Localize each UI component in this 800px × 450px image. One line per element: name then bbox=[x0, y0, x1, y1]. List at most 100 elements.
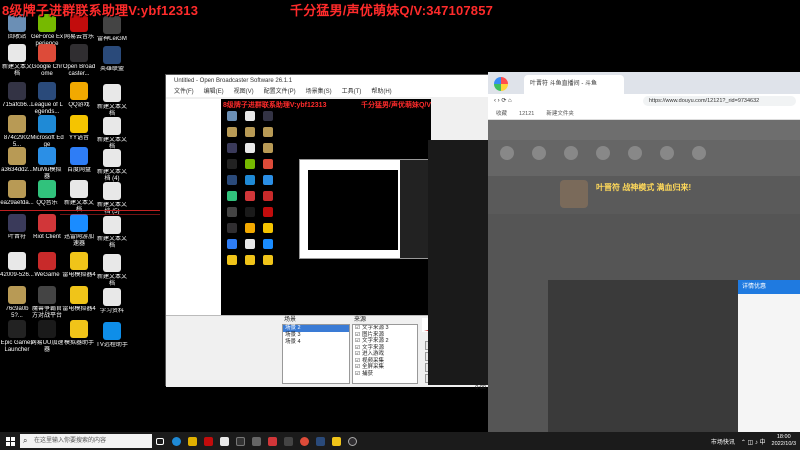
category-icon[interactable] bbox=[500, 146, 514, 160]
obs-menu-item[interactable]: 文件(F) bbox=[174, 87, 194, 97]
desktop-icon[interactable]: 百度网盘 bbox=[62, 147, 96, 174]
obs-menu-item[interactable]: 视图(V) bbox=[234, 87, 254, 97]
scene-item[interactable]: 场景 3 bbox=[283, 332, 349, 339]
desktop-icon[interactable]: ea29aefda... bbox=[0, 180, 34, 207]
obs-menu-item[interactable]: 场景集(S) bbox=[306, 87, 332, 97]
desktop-icon[interactable]: 网易UU加速器 bbox=[30, 320, 64, 354]
taskbar-obs-icon[interactable] bbox=[344, 432, 360, 450]
desktop-icon[interactable]: 新建文本文档 bbox=[62, 180, 96, 214]
epic-games-icon bbox=[227, 159, 237, 169]
taskbar-app-icon[interactable] bbox=[280, 432, 296, 450]
desktop-icon[interactable]: 魔兽争霸官方对战平台 bbox=[30, 286, 64, 320]
baidu-pan-icon bbox=[70, 147, 88, 165]
task-view-icon[interactable] bbox=[152, 432, 168, 450]
taskbar-app-icon[interactable] bbox=[200, 432, 216, 450]
desktop-icon[interactable]: Riot Client bbox=[30, 214, 64, 241]
text-document-icon bbox=[8, 44, 26, 62]
category-icon[interactable] bbox=[596, 146, 610, 160]
desktop-icon[interactable]: Open Broadcaster... bbox=[62, 44, 96, 78]
browser-tab[interactable]: 叶晋符 斗鱼直播间 - 斗鱼 bbox=[524, 75, 624, 94]
streamer-row: 叶晋符 战神模式 满血归来! bbox=[488, 176, 800, 214]
desktop-icon[interactable]: 新建文本文档 (4) bbox=[95, 149, 129, 183]
archive-icon bbox=[8, 147, 26, 165]
preview-banner-left: 8级牌子进群联系助理V:ybf12313 bbox=[223, 102, 327, 109]
desktop-icon[interactable]: Microsoft Edge bbox=[30, 115, 64, 149]
source-list[interactable]: 文字来源 3图片来源文字来源 2文字来源进入游戏视频采集全屏采集捕获 bbox=[352, 324, 418, 384]
category-icon[interactable] bbox=[532, 146, 546, 160]
taskbar-app-icon[interactable] bbox=[312, 432, 328, 450]
desktop-icon[interactable]: Google Chrome bbox=[30, 44, 64, 78]
desktop-icon-label: 雷电模拟器4 bbox=[62, 306, 96, 312]
desktop-icon[interactable]: 雷电模拟器4 bbox=[62, 252, 96, 279]
desktop-icon[interactable]: 新建文本文档 bbox=[0, 44, 34, 78]
category-icon[interactable] bbox=[628, 146, 642, 160]
category-icon[interactable] bbox=[564, 146, 578, 160]
taskbar-app-icon[interactable] bbox=[184, 432, 200, 450]
desktop-icon[interactable]: QQ游戏 bbox=[62, 82, 96, 109]
desktop-icon[interactable]: TV远程助手 bbox=[95, 322, 129, 349]
desktop-icon[interactable]: 新建文本文档 bbox=[95, 84, 129, 118]
desktop-icon[interactable]: MuMu模拟器 bbox=[30, 147, 64, 181]
streamer-name[interactable]: 叶晋符 战神模式 满血归来! bbox=[596, 182, 691, 193]
category-icon[interactable] bbox=[692, 146, 706, 160]
bookmark-item[interactable]: 收藏 bbox=[496, 108, 507, 119]
scene-item[interactable]: 场景 4 bbox=[283, 339, 349, 346]
taskbar-app-icon[interactable] bbox=[264, 432, 280, 450]
browser-window[interactable]: 叶晋符 斗鱼直播间 - 斗鱼 ‹ › ⟳ ⌂ https://www.douyu… bbox=[488, 72, 800, 434]
desktop-icon[interactable]: 英雄联盟 bbox=[95, 46, 129, 73]
taskbar-search-input[interactable]: 在这里输入你要搜索的内容 bbox=[20, 434, 152, 448]
desktop-icon[interactable]: 雷电模拟器4 bbox=[62, 286, 96, 313]
address-bar[interactable]: https://www.douyu.com/12121?_rid=9734632 bbox=[643, 96, 796, 106]
taskbar-chrome-icon[interactable] bbox=[296, 432, 312, 450]
obs-menu-item[interactable]: 编辑(E) bbox=[204, 87, 224, 97]
desktop-icon[interactable]: 42009-526... bbox=[0, 252, 34, 279]
desktop-icon[interactable]: 学习资料 bbox=[95, 288, 129, 315]
desktop-icon[interactable]: League of Legends... bbox=[30, 82, 64, 116]
taskbar-app-icon[interactable] bbox=[248, 432, 264, 450]
taskbar-app-icon[interactable] bbox=[168, 432, 184, 450]
desktop-icon-label: 百度网盘 bbox=[66, 167, 91, 173]
desktop-icon[interactable]: 新建文本文档 bbox=[95, 216, 129, 250]
desktop-icon[interactable]: WeGame bbox=[30, 252, 64, 279]
bookmark-item[interactable]: 12121 bbox=[519, 108, 534, 119]
taskbar-app-icon[interactable] bbox=[232, 432, 248, 450]
desktop-icon[interactable]: 新建文本文档 bbox=[95, 117, 129, 151]
start-button[interactable] bbox=[0, 432, 20, 450]
desktop-icon[interactable]: 模拟器助手 bbox=[62, 320, 96, 347]
obs-menu-item[interactable]: 配置文件(P) bbox=[264, 87, 296, 97]
desktop-icon[interactable]: 76c9a0b5?... bbox=[0, 286, 34, 320]
desktop-icon[interactable]: Epic Games Launcher bbox=[0, 320, 34, 354]
text-document-icon bbox=[245, 143, 255, 153]
bookmark-item[interactable]: 新建文件夹 bbox=[546, 108, 574, 119]
text-document-icon bbox=[103, 254, 121, 272]
desktop-icon[interactable]: 新建文本文档 bbox=[95, 254, 129, 288]
avatar[interactable] bbox=[560, 180, 588, 208]
taskbar-app-icon[interactable] bbox=[216, 432, 232, 450]
desktop-icon[interactable]: 叶晋符 bbox=[0, 214, 34, 241]
desktop-icon[interactable]: GeForce Experience bbox=[30, 14, 64, 48]
tray-news[interactable]: 市场快讯 bbox=[711, 437, 735, 446]
desktop-icon-label: 迅雷网游加速器 bbox=[63, 234, 94, 247]
desktop-icon[interactable]: 874c29025... bbox=[0, 115, 34, 149]
desktop-icon[interactable]: 迅雷网游加速器 bbox=[62, 214, 96, 248]
tray-icons[interactable]: ⌃ ◫ ♪ 中 bbox=[741, 437, 766, 446]
clock[interactable]: 18:00 2022/10/3 bbox=[772, 434, 796, 448]
desktop-icon[interactable]: a3634dd2... bbox=[0, 147, 34, 174]
nav-arrows-icon[interactable]: ‹ › ⟳ ⌂ bbox=[488, 98, 512, 104]
netease-music-icon bbox=[263, 207, 273, 217]
scene-list[interactable]: 场景 2 场景 3 场景 4 bbox=[282, 324, 350, 384]
detail-modal[interactable]: 详情优惠 bbox=[738, 280, 800, 434]
desktop-icon[interactable]: QQ音乐 bbox=[30, 180, 64, 207]
obs-menu-item[interactable]: 帮助(H) bbox=[371, 87, 391, 97]
obs-preview[interactable]: 8级牌子进群联系助理V:ybf12313 千分猛男/声优萌妹Q/V:347107… bbox=[221, 99, 431, 315]
obs-menu-item[interactable]: 工具(T) bbox=[342, 87, 362, 97]
category-icon[interactable] bbox=[660, 146, 674, 160]
taskbar-app-icon[interactable] bbox=[328, 432, 344, 450]
scene-item[interactable]: 场景 2 bbox=[283, 325, 349, 332]
desktop-icon[interactable]: 715afcb6... bbox=[0, 82, 34, 109]
ldplayer-icon bbox=[245, 255, 255, 265]
desktop-icon-label: MuMu模拟器 bbox=[32, 167, 62, 180]
source-item[interactable]: 捕获 bbox=[353, 371, 417, 378]
desktop-icon[interactable]: 雷神LeiGM bbox=[95, 16, 129, 43]
desktop-icon[interactable]: YY语音 bbox=[62, 115, 96, 142]
